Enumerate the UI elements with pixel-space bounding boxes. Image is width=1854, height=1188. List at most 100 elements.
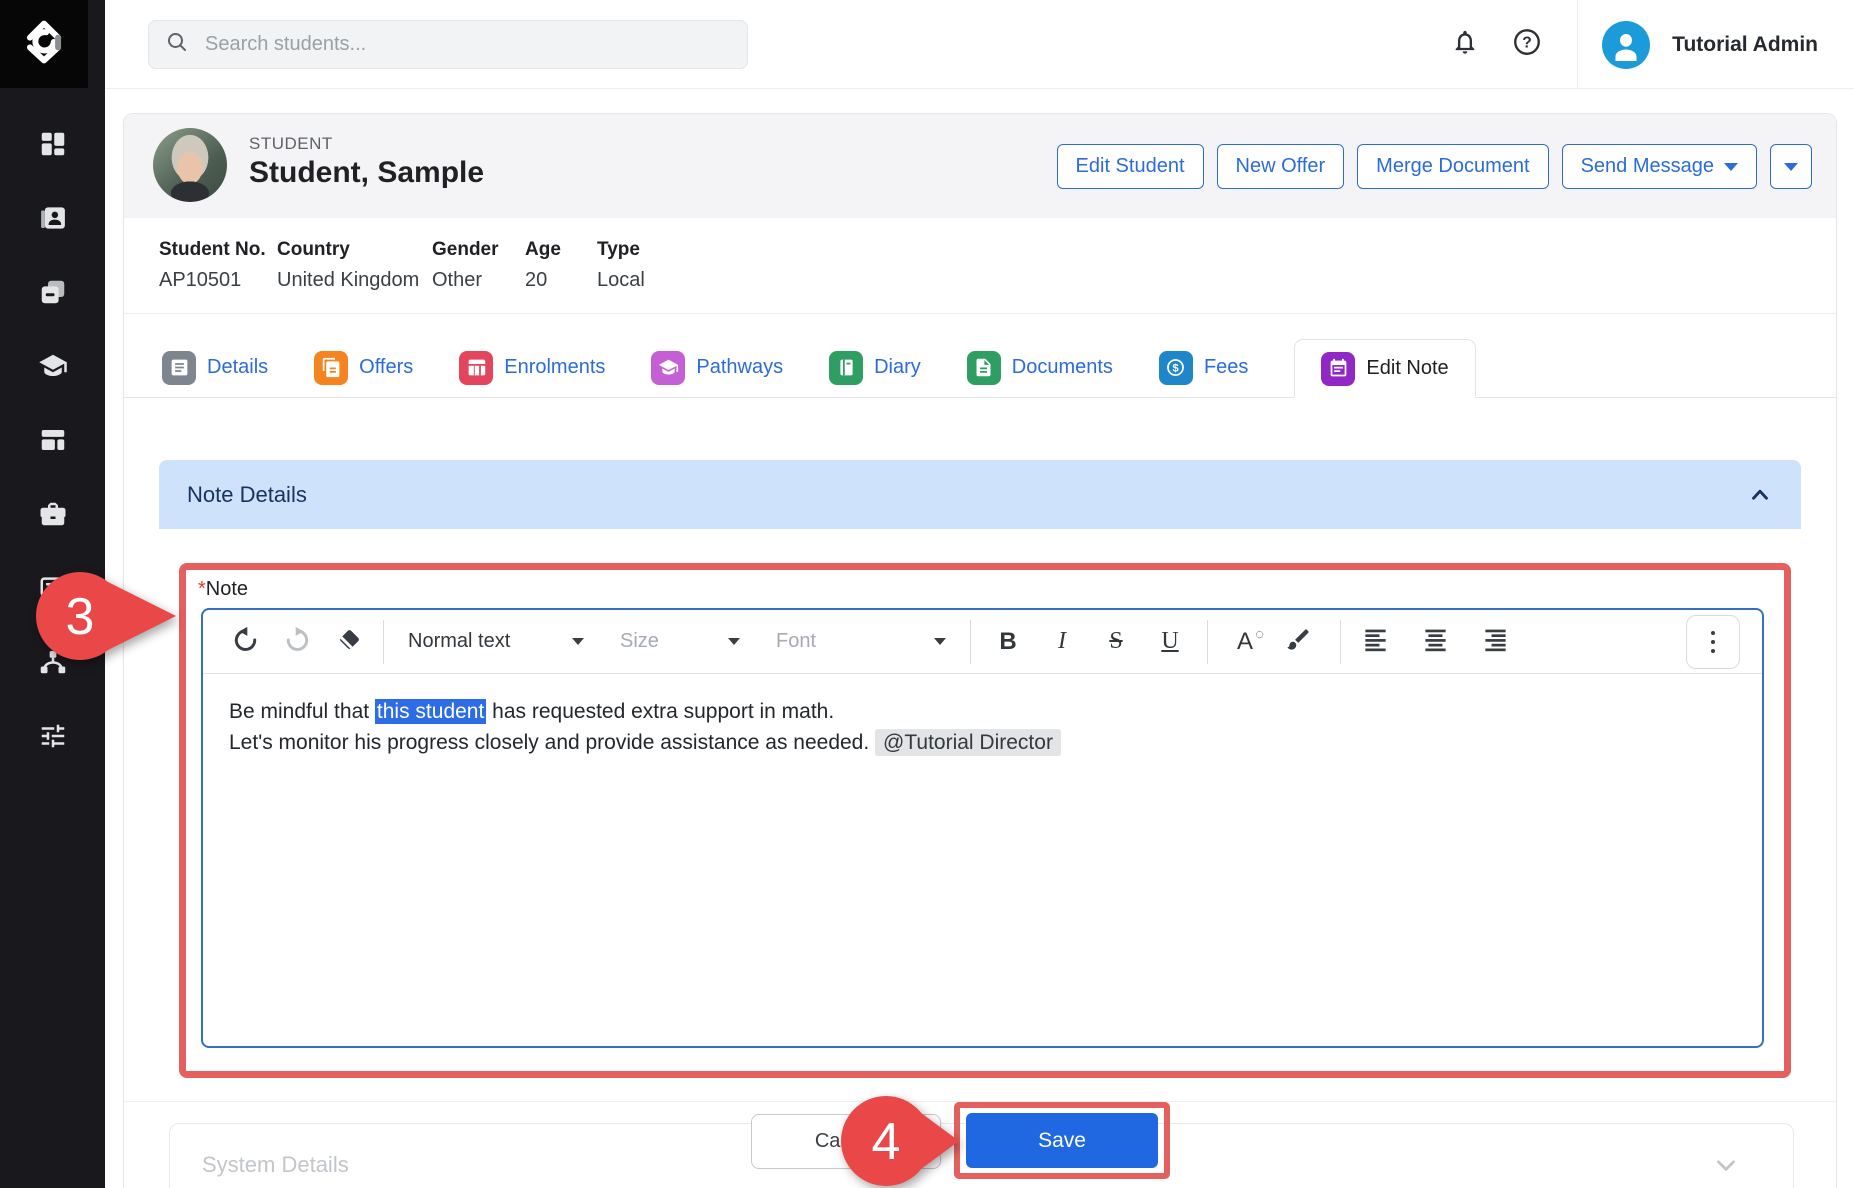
sidebar-item-courses[interactable] bbox=[31, 350, 75, 386]
sidebar-item-dashboard[interactable] bbox=[31, 128, 75, 164]
bell-icon bbox=[1451, 28, 1479, 61]
align-center-button[interactable] bbox=[1415, 622, 1455, 662]
svg-text:3: 3 bbox=[66, 588, 95, 646]
person-icon bbox=[1608, 28, 1644, 69]
required-asterisk: * bbox=[198, 578, 206, 600]
edit-student-button[interactable]: Edit Student bbox=[1056, 144, 1204, 189]
tune-sliders-icon bbox=[38, 721, 68, 756]
enrolments-tab-icon bbox=[459, 350, 494, 385]
search-box bbox=[148, 20, 748, 69]
student-card: STUDENT Student, Sample Edit Student New… bbox=[123, 113, 1837, 1188]
merge-document-button[interactable]: Merge Document bbox=[1357, 144, 1549, 189]
align-left-icon bbox=[1362, 626, 1389, 658]
chevron-down-icon bbox=[1724, 162, 1738, 171]
tab-details[interactable]: Details bbox=[162, 338, 268, 397]
documents-tab-icon bbox=[966, 350, 1001, 385]
student-action-buttons: Edit Student New Offer Merge Document Se… bbox=[1056, 144, 1812, 189]
offers-tab-icon bbox=[314, 350, 349, 385]
font-color-button[interactable]: A ◌ bbox=[1222, 625, 1268, 656]
annotation-step-3-marker: 3 bbox=[36, 572, 176, 660]
strikethrough-button[interactable]: S bbox=[1093, 628, 1139, 655]
search-input[interactable] bbox=[203, 32, 731, 57]
sidebar-item-layout[interactable] bbox=[31, 424, 75, 460]
app-logo[interactable] bbox=[0, 0, 88, 88]
new-offer-button[interactable]: New Offer bbox=[1216, 144, 1345, 189]
note-details-panel-header[interactable]: Note Details bbox=[159, 460, 1801, 529]
tab-pathways[interactable]: Pathways bbox=[651, 338, 783, 397]
system-details-title: System Details bbox=[202, 1152, 349, 1177]
details-tab-icon bbox=[162, 350, 196, 385]
tab-diary[interactable]: Diary bbox=[829, 338, 921, 397]
edit-note-tab-icon bbox=[1321, 351, 1356, 386]
svg-text:4: 4 bbox=[872, 1113, 901, 1171]
chevron-up-icon[interactable] bbox=[1747, 482, 1773, 508]
sidebar-item-settings[interactable] bbox=[31, 720, 75, 756]
briefcase-icon bbox=[38, 499, 68, 534]
sidebar-item-services[interactable] bbox=[31, 498, 75, 534]
info-student-no: Student No. AP10501 bbox=[159, 239, 266, 291]
font-size-select[interactable]: Size bbox=[610, 620, 750, 664]
help-button[interactable]: ? bbox=[1505, 23, 1549, 67]
highlighter-pen-icon bbox=[1285, 626, 1312, 658]
toolbar-divider bbox=[970, 619, 971, 664]
graduation-cap-icon bbox=[38, 351, 68, 386]
sidebar-item-students[interactable] bbox=[31, 202, 75, 238]
send-message-button[interactable]: Send Message bbox=[1561, 144, 1757, 189]
ellipsis-dot bbox=[1711, 639, 1715, 644]
user-avatar[interactable] bbox=[1602, 20, 1651, 69]
undo-icon bbox=[232, 626, 259, 658]
tab-documents[interactable]: Documents bbox=[966, 338, 1113, 397]
notifications-button[interactable] bbox=[1443, 23, 1487, 67]
app-screen: ? Tutorial Admin STUDENT Student, Sample… bbox=[0, 0, 1854, 1188]
tab-fees[interactable]: $ Fees bbox=[1158, 338, 1248, 397]
student-info-row: Student No. AP10501 Country United Kingd… bbox=[124, 218, 1836, 314]
student-kicker: STUDENT bbox=[249, 134, 333, 153]
topbar: ? Tutorial Admin bbox=[105, 0, 1854, 89]
underline-button[interactable]: U bbox=[1147, 628, 1193, 655]
annotation-step-4-marker: 4 bbox=[841, 1096, 959, 1186]
highlight-button[interactable] bbox=[1278, 622, 1318, 662]
pages-icon bbox=[38, 277, 68, 312]
more-tools-button[interactable] bbox=[1686, 614, 1740, 669]
student-name: Student, Sample bbox=[249, 156, 485, 189]
redo-icon bbox=[284, 626, 311, 658]
ellipsis-dot bbox=[1711, 630, 1715, 635]
align-right-button[interactable] bbox=[1475, 622, 1515, 662]
align-left-button[interactable] bbox=[1355, 622, 1395, 662]
chevron-down-icon bbox=[572, 638, 584, 645]
student-avatar-photo[interactable] bbox=[153, 128, 227, 202]
topbar-divider bbox=[1577, 0, 1579, 89]
tab-edit-note[interactable]: Edit Note bbox=[1294, 339, 1476, 398]
undo-button[interactable] bbox=[225, 622, 265, 662]
droplet-icon: ◌ bbox=[1255, 625, 1264, 643]
help-icon: ? bbox=[1512, 27, 1542, 62]
more-actions-dropdown-button[interactable] bbox=[1770, 144, 1812, 189]
bold-button[interactable]: B bbox=[985, 628, 1031, 656]
note-editor-content[interactable]: Be mindful that this student has request… bbox=[203, 674, 1762, 780]
toolbar-divider bbox=[1340, 619, 1341, 664]
save-button[interactable]: Save bbox=[966, 1113, 1158, 1168]
svg-text:?: ? bbox=[1522, 35, 1532, 52]
redo-button[interactable] bbox=[277, 622, 317, 662]
sidebar-item-offers[interactable] bbox=[31, 276, 75, 312]
tab-offers[interactable]: Offers bbox=[314, 338, 413, 397]
user-name[interactable]: Tutorial Admin bbox=[1672, 33, 1818, 57]
italic-button[interactable]: I bbox=[1039, 628, 1085, 655]
layout-icon bbox=[38, 425, 68, 460]
info-type: Type Local bbox=[597, 239, 645, 291]
paragraph-style-select[interactable]: Normal text bbox=[398, 620, 594, 664]
chevron-down-icon bbox=[934, 638, 946, 645]
selected-text: this student bbox=[374, 699, 487, 724]
align-center-icon bbox=[1422, 626, 1449, 658]
mention-chip[interactable]: @Tutorial Director bbox=[875, 729, 1061, 756]
note-field-label: *Note bbox=[198, 578, 249, 600]
font-family-select[interactable]: Font bbox=[766, 620, 956, 664]
tab-enrolments[interactable]: Enrolments bbox=[459, 338, 605, 397]
chevron-down-icon[interactable] bbox=[1711, 1150, 1741, 1180]
chevron-down-icon bbox=[728, 638, 740, 645]
toolbar-divider bbox=[383, 619, 384, 664]
id-card-icon bbox=[38, 203, 68, 238]
clear-formatting-button[interactable] bbox=[329, 622, 369, 662]
diary-tab-icon bbox=[829, 350, 864, 385]
pathways-tab-icon bbox=[651, 350, 686, 385]
